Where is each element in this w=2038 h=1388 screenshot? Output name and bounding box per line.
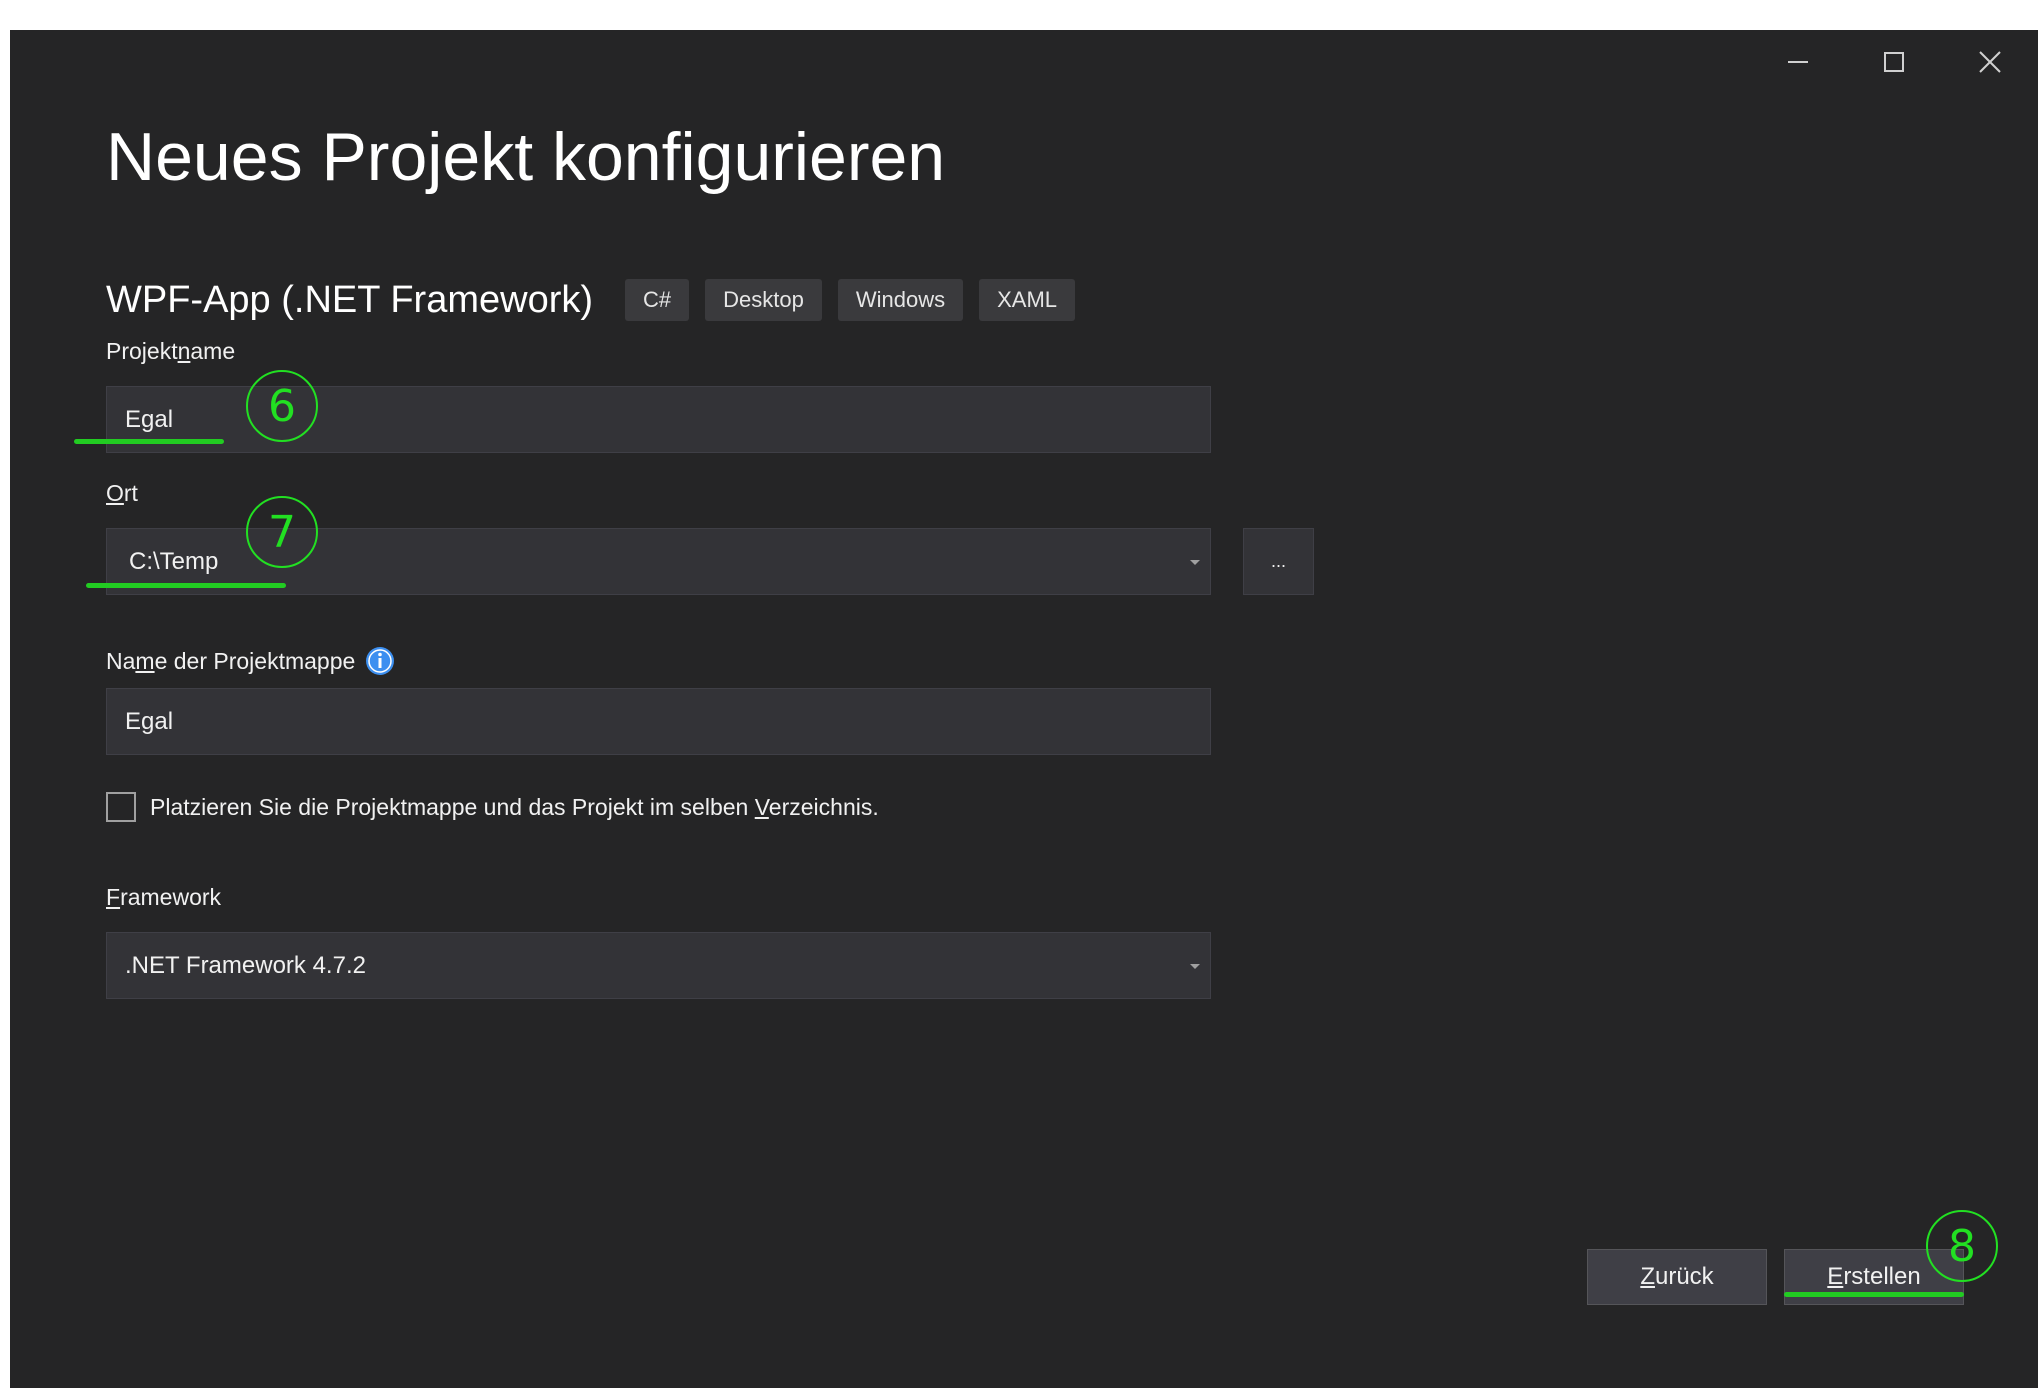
dialog-window: Neues Projekt konfigurieren WPF-App (.NE… (10, 30, 2038, 1388)
annotation-step-6: 6 (246, 370, 318, 442)
project-name-label: Projektname (106, 338, 236, 364)
chevron-down-icon[interactable] (1190, 559, 1200, 565)
tag-platform: Desktop (705, 279, 822, 321)
maximize-icon (1884, 52, 1904, 72)
annotation-underline-create (1784, 1292, 1964, 1297)
create-button-label: Erstellen (1827, 1263, 1921, 1290)
template-name: WPF-App (.NET Framework) (106, 278, 594, 321)
browse-button[interactable]: ... (1243, 528, 1314, 595)
close-button[interactable] (1942, 30, 2038, 94)
info-icon[interactable] (365, 646, 395, 676)
annotation-step-8: 8 (1926, 1210, 1998, 1282)
tag-os: Windows (837, 279, 964, 321)
back-button-label: Zurück (1640, 1263, 1714, 1290)
solution-name-label: Name der Projektmappe (106, 646, 395, 676)
browse-button-label: ... (1270, 551, 1286, 571)
solution-name-input[interactable]: Egal (106, 688, 1211, 755)
location-label: Ort (106, 480, 138, 506)
framework-value: .NET Framework 4.7.2 (125, 951, 366, 979)
back-button[interactable]: Zurück (1587, 1249, 1767, 1305)
framework-label: Framework (106, 884, 222, 910)
same-directory-option[interactable]: Platzieren Sie die Projektmappe und das … (106, 792, 879, 822)
annotation-underline-project-name (74, 439, 224, 444)
maximize-button[interactable] (1846, 30, 1942, 94)
minimize-button[interactable] (1750, 30, 1846, 94)
location-value: C:\Temp (129, 547, 219, 575)
page-title: Neues Projekt konfigurieren (106, 119, 946, 195)
annotation-step-7: 7 (246, 496, 318, 568)
tag-language: C# (625, 279, 690, 321)
solution-name-value: Egal (125, 707, 174, 735)
minimize-icon (1788, 61, 1808, 63)
close-icon (1979, 51, 2001, 73)
chevron-down-icon[interactable] (1190, 963, 1200, 969)
template-header: WPF-App (.NET Framework) C# Desktop Wind… (106, 276, 1091, 324)
framework-select[interactable]: .NET Framework 4.7.2 (106, 932, 1211, 999)
same-directory-label: Platzieren Sie die Projektmappe und das … (150, 793, 879, 820)
window-controls (1750, 30, 2038, 94)
same-directory-checkbox[interactable] (106, 792, 136, 822)
project-name-value: Egal (125, 405, 174, 433)
annotation-underline-location (86, 583, 286, 588)
tag-markup: XAML (979, 279, 1076, 321)
